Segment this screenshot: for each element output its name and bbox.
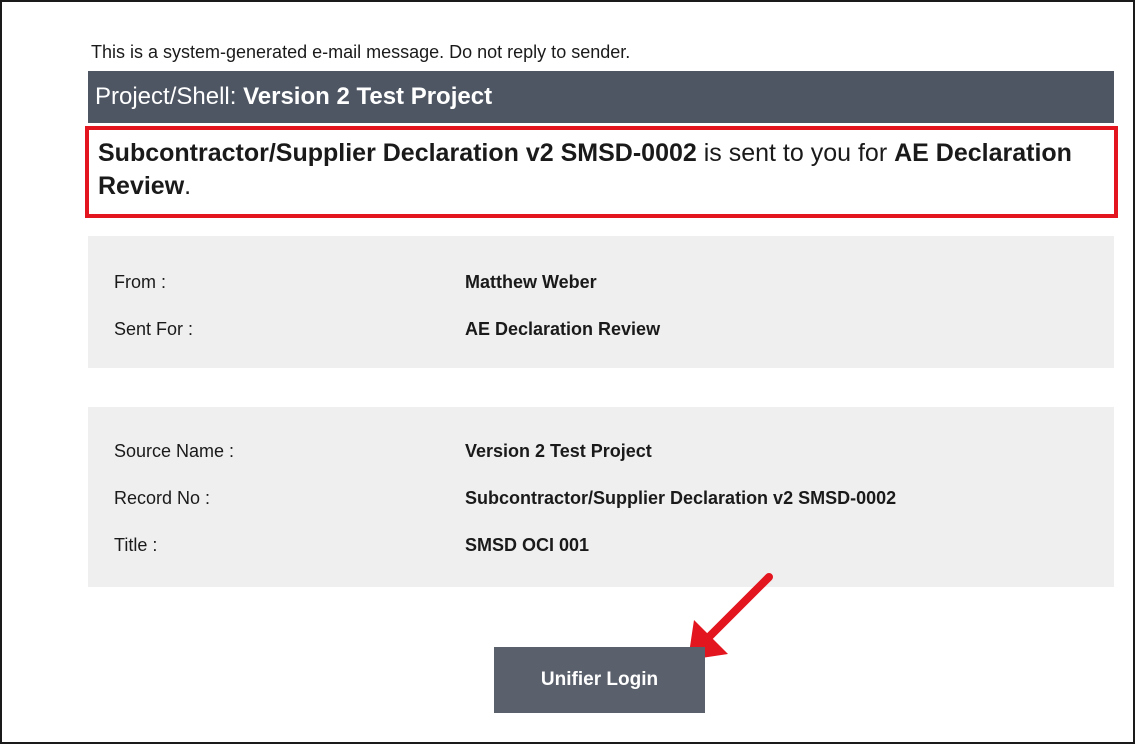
project-name: Version 2 Test Project [243, 83, 493, 110]
from-row: From : Matthew Weber [114, 270, 1114, 294]
source-name-row: Source Name : Version 2 Test Project [114, 439, 1114, 463]
sent-for-value: AE Declaration Review [465, 319, 661, 339]
from-value: Matthew Weber [465, 272, 597, 292]
unifier-login-button[interactable]: Unifier Login [494, 647, 705, 713]
sent-for-row: Sent For : AE Declaration Review [114, 317, 1114, 341]
highlighted-message: Subcontractor/Supplier Declaration v2 SM… [85, 126, 1118, 218]
record-no-row: Record No : Subcontractor/Supplier Decla… [114, 486, 1114, 510]
message-middle: is sent to you for [696, 139, 895, 167]
record-no-value: Subcontractor/Supplier Declaration v2 SM… [465, 488, 897, 508]
from-label: From : [114, 272, 166, 292]
system-notice: This is a system-generated e-mail messag… [91, 42, 631, 62]
routing-panel: From : Matthew Weber Sent For : AE Decla… [88, 236, 1114, 368]
record-details-panel: Source Name : Version 2 Test Project Rec… [88, 407, 1114, 587]
title-label: Title : [114, 535, 158, 555]
project-header-label: Project/Shell: [95, 83, 244, 110]
message-end: . [184, 172, 192, 200]
record-no-label: Record No : [114, 488, 211, 508]
title-row: Title : SMSD OCI 001 [114, 533, 1114, 557]
title-value: SMSD OCI 001 [465, 535, 590, 555]
message-record: Subcontractor/Supplier Declaration v2 SM… [98, 139, 697, 167]
project-header: Project/Shell: Version 2 Test Project [88, 71, 1114, 123]
sent-for-label: Sent For : [114, 319, 194, 339]
source-name-value: Version 2 Test Project [465, 441, 652, 461]
source-name-label: Source Name : [114, 441, 235, 461]
